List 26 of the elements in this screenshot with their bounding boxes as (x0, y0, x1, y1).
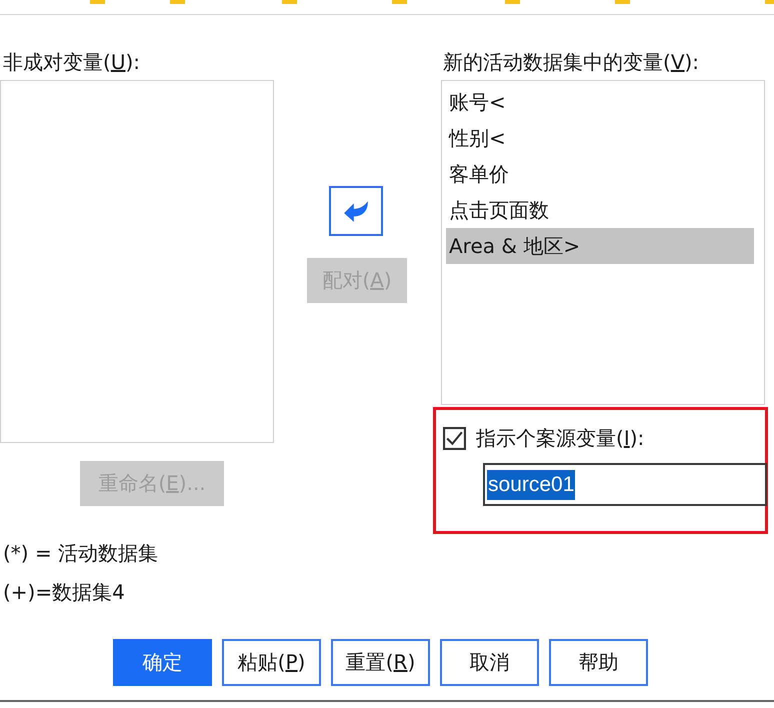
highlight-mark (765, 0, 774, 4)
variable-item[interactable]: 账号< (446, 84, 754, 120)
highlight-mark (392, 0, 407, 4)
list-label: 非成对变量(U): (3, 49, 140, 75)
legend-text: (+)=数据集4 (3, 579, 126, 605)
legend-text: (*) = 活动数据集 (3, 540, 158, 566)
back-arrow-icon (343, 200, 369, 222)
variable-item[interactable]: 客单价 (446, 156, 754, 192)
dialog-button[interactable]: 帮助 (549, 639, 648, 686)
dialog-button[interactable]: 重置(R) (331, 639, 430, 686)
highlight-mark (615, 0, 630, 4)
dialog-button[interactable]: 取消 (440, 639, 539, 686)
highlight-mark (90, 0, 105, 4)
variable-item[interactable]: 点击页面数 (446, 192, 754, 228)
checkbox-label: 指示个案源变量(I): (476, 425, 644, 451)
move-button[interactable] (329, 186, 383, 236)
variable-item[interactable]: Area & 地区> (446, 228, 754, 264)
input-field[interactable]: source01 (483, 463, 767, 506)
dialog-button[interactable]: 粘贴(P) (222, 639, 321, 686)
highlight-mark (505, 0, 520, 4)
dialog-button[interactable]: 确定 (113, 639, 212, 686)
variable-item[interactable]: 性别< (446, 120, 754, 156)
highlight-mark (170, 0, 185, 4)
highlight-mark (282, 0, 297, 4)
list-label: 新的活动数据集中的变量(V): (443, 49, 700, 75)
checkbox[interactable] (443, 426, 466, 450)
